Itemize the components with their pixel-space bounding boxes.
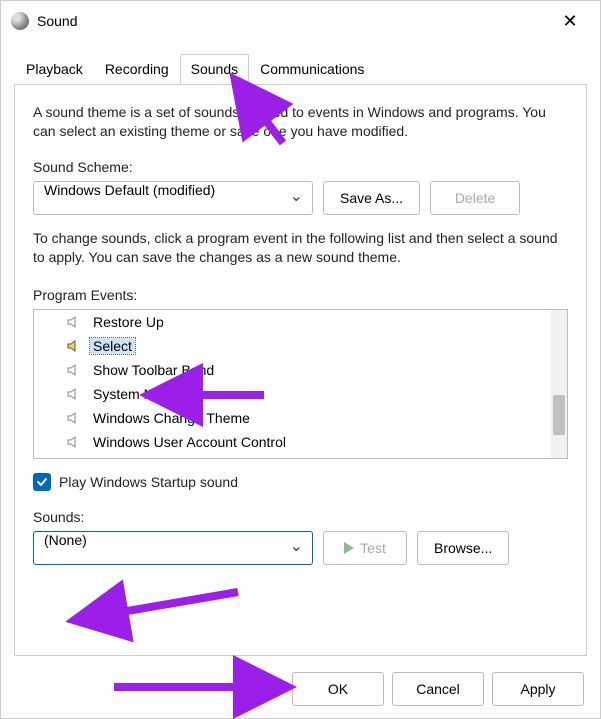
play-icon (344, 542, 354, 554)
tab-communications[interactable]: Communications (249, 54, 375, 85)
sound-scheme-value[interactable]: Windows Default (modified) (33, 181, 313, 215)
event-item-label: Restore Up (90, 314, 167, 330)
speaker-icon (64, 386, 84, 402)
scrollbar-thumb[interactable] (553, 395, 565, 435)
tab-strip: Playback Recording Sounds Communications (1, 53, 600, 84)
event-item[interactable]: Select (64, 334, 551, 358)
program-events-list[interactable]: Restore Up Select Show Toolbar Band System … (33, 309, 568, 459)
tab-recording[interactable]: Recording (94, 54, 180, 85)
event-item-label: Windows User Account Control (90, 434, 289, 450)
sounds-tab-panel: A sound theme is a set of sounds applied… (14, 84, 587, 656)
save-as-button[interactable]: Save As... (323, 181, 420, 215)
speaker-app-icon (11, 12, 29, 30)
dialog-footer: OK Cancel Apply (292, 672, 584, 706)
ok-button[interactable]: OK (292, 672, 384, 706)
sound-scheme-dropdown[interactable]: Windows Default (modified) (33, 181, 313, 215)
close-button[interactable]: ✕ (550, 11, 590, 32)
event-item[interactable]: Show Toolbar Band (64, 358, 551, 382)
sounds-dropdown[interactable]: (None) (33, 531, 313, 565)
test-button-label: Test (360, 540, 386, 556)
play-startup-sound-label: Play Windows Startup sound (59, 474, 238, 490)
speaker-icon (64, 338, 84, 354)
titlebar: Sound ✕ (1, 1, 600, 41)
speaker-icon (64, 362, 84, 378)
event-item-label: Show Toolbar Band (90, 362, 217, 378)
sound-scheme-label: Sound Scheme: (33, 159, 568, 175)
cancel-button[interactable]: Cancel (392, 672, 484, 706)
program-events-label: Program Events: (33, 287, 568, 303)
browse-button[interactable]: Browse... (417, 531, 509, 565)
test-button: Test (323, 531, 407, 565)
event-item[interactable]: System Notification (64, 382, 551, 406)
tab-sounds[interactable]: Sounds (180, 54, 249, 85)
description-text: A sound theme is a set of sounds applied… (33, 103, 568, 141)
annotation-arrow (109, 677, 289, 702)
event-item[interactable]: Restore Up (64, 310, 551, 334)
apply-button[interactable]: Apply (492, 672, 584, 706)
delete-button: Delete (430, 181, 520, 215)
events-scrollbar[interactable] (551, 310, 567, 458)
speaker-icon (64, 410, 84, 426)
speaker-icon (64, 314, 84, 330)
play-startup-sound-checkbox[interactable] (33, 473, 51, 491)
event-item[interactable]: Windows User Account Control (64, 430, 551, 454)
sound-dialog: Sound ✕ Playback Recording Sounds Commun… (0, 0, 601, 719)
speaker-icon (64, 434, 84, 450)
sounds-value[interactable]: (None) (33, 531, 313, 565)
event-item-label: System Notification (90, 386, 216, 402)
sounds-label: Sounds: (33, 509, 568, 525)
window-title: Sound (37, 13, 550, 29)
event-item-label: Select (90, 338, 135, 354)
tab-playback[interactable]: Playback (15, 54, 94, 85)
event-item-label: Windows Change Theme (90, 410, 253, 426)
event-item[interactable]: Windows Change Theme (64, 406, 551, 430)
instruction-text: To change sounds, click a program event … (33, 229, 568, 267)
